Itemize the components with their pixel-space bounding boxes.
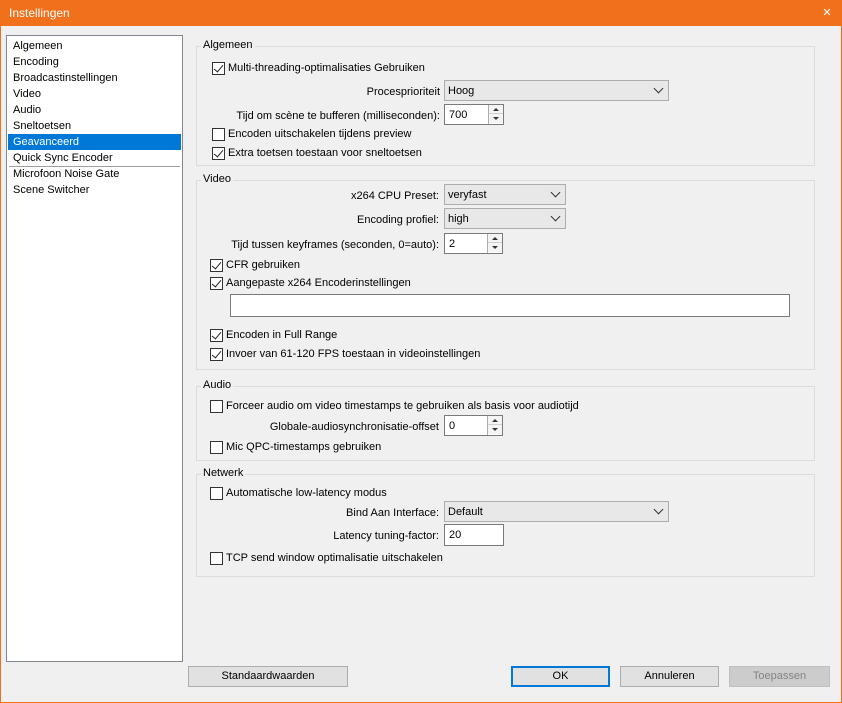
extra-keys-checkbox[interactable] — [212, 147, 225, 160]
cfr-checkbox[interactable] — [210, 259, 223, 272]
mic-qpc-checkbox[interactable] — [210, 441, 223, 454]
cancel-button[interactable]: Annuleren — [620, 666, 719, 687]
keyframes-value: 2 — [449, 238, 456, 250]
defaults-button[interactable]: Standaardwaarden — [188, 666, 348, 687]
sidebar-item-scene-switcher[interactable]: Scene Switcher — [8, 182, 181, 198]
ok-button[interactable]: OK — [511, 666, 610, 687]
sidebar-item-video[interactable]: Video — [8, 86, 181, 102]
full-range-label: Encoden in Full Range — [226, 329, 338, 341]
priority-select[interactable]: Hoog — [444, 80, 669, 101]
disable-preview-checkbox[interactable] — [212, 128, 225, 141]
close-icon[interactable]: ✕ — [812, 0, 842, 26]
tcp-window-checkbox[interactable] — [210, 552, 223, 565]
low-latency-checkbox[interactable] — [210, 487, 223, 500]
chevron-down-icon — [653, 504, 664, 515]
chevron-down-icon — [550, 187, 561, 198]
chevron-down-icon — [653, 83, 664, 94]
chevron-down-icon — [550, 211, 561, 222]
priority-label: Procesprioriteit — [366, 86, 440, 98]
check-icon — [211, 259, 222, 270]
window-title: Instellingen — [9, 6, 70, 20]
sidebar-item-geavanceerd[interactable]: Geavanceerd — [8, 134, 181, 150]
preset-label: x264 CPU Preset: — [350, 190, 439, 202]
sidebar-item-noise-gate[interactable]: Microfoon Noise Gate — [8, 166, 181, 182]
check-icon — [213, 62, 224, 73]
preset-select[interactable]: veryfast — [444, 184, 566, 205]
keyframes-label: Tijd tussen keyframes (seconden, 0=auto)… — [231, 239, 439, 251]
sidebar-item-audio[interactable]: Audio — [8, 102, 181, 118]
custom-x264-checkbox[interactable] — [210, 277, 223, 290]
check-icon — [211, 277, 222, 288]
full-range-checkbox[interactable] — [210, 329, 223, 342]
custom-x264-input[interactable] — [230, 294, 790, 317]
force-timestamps-label: Forceer audio om video timestamps te geb… — [226, 400, 579, 412]
sync-offset-spinbox[interactable]: 0 — [444, 415, 503, 436]
check-icon — [213, 147, 224, 158]
latency-factor-label: Latency tuning-factor: — [333, 530, 439, 542]
profile-label: Encoding profiel: — [357, 214, 439, 226]
spin-down-icon[interactable] — [488, 425, 502, 434]
apply-button[interactable]: Toepassen — [729, 666, 830, 687]
fps-input-label: Invoer van 61-120 FPS toestaan in videoi… — [226, 348, 481, 360]
buffer-label: Tijd om scène te bufferen (milliseconden… — [236, 110, 440, 122]
sidebar-item-algemeen[interactable]: Algemeen — [8, 38, 181, 54]
sidebar-item-quick-sync[interactable]: Quick Sync Encoder — [8, 150, 181, 166]
sidebar-item-sneltoetsen[interactable]: Sneltoetsen — [8, 118, 181, 134]
latency-factor-value: 20 — [449, 529, 462, 541]
bind-select[interactable]: Default — [444, 501, 669, 522]
spin-up-icon[interactable] — [489, 105, 503, 114]
extra-keys-label: Extra toetsen toestaan voor sneltoetsen — [228, 147, 422, 159]
disable-preview-label: Encoden uitschakelen tijdens preview — [228, 128, 412, 140]
sync-offset-spin-buttons — [487, 416, 502, 435]
general-group-title: Algemeen — [201, 39, 255, 52]
tcp-window-label: TCP send window optimalisatie uitschakel… — [226, 552, 443, 564]
multithreading-label: Multi-threading-optimalisaties Gebruiken — [228, 62, 425, 74]
spin-down-icon[interactable] — [489, 114, 503, 123]
title-bar: Instellingen ✕ — [0, 0, 842, 26]
sidebar-item-encoding[interactable]: Encoding — [8, 54, 181, 70]
sidebar-item-broadcast[interactable]: Broadcastinstellingen — [8, 70, 181, 86]
multithreading-checkbox[interactable] — [212, 62, 225, 75]
custom-x264-label: Aangepaste x264 Encoderinstellingen — [226, 277, 411, 289]
spin-up-icon[interactable] — [488, 416, 502, 425]
keyframes-spinbox[interactable]: 2 — [444, 233, 503, 254]
profile-select[interactable]: high — [444, 208, 566, 229]
force-timestamps-checkbox[interactable] — [210, 400, 223, 413]
mic-qpc-label: Mic QPC-timestamps gebruiken — [226, 441, 382, 453]
spin-up-icon[interactable] — [488, 234, 502, 243]
sync-offset-value: 0 — [449, 420, 456, 432]
network-group-title: Netwerk — [201, 467, 246, 480]
bind-label: Bind Aan Interface: — [346, 507, 439, 519]
bind-value: Default — [448, 506, 483, 518]
latency-factor-input[interactable]: 20 — [444, 524, 504, 546]
video-group-title: Video — [201, 173, 233, 186]
check-icon — [211, 329, 222, 340]
preset-value: veryfast — [448, 189, 487, 201]
spin-down-icon[interactable] — [488, 243, 502, 252]
priority-value: Hoog — [448, 85, 475, 97]
keyframes-spin-buttons — [487, 234, 502, 253]
audio-group-title: Audio — [201, 379, 234, 392]
low-latency-label: Automatische low-latency modus — [226, 487, 387, 499]
settings-sidebar: Algemeen Encoding Broadcastinstellingen … — [6, 35, 183, 662]
fps-input-checkbox[interactable] — [210, 348, 223, 361]
buffer-spinbox[interactable]: 700 — [444, 104, 504, 125]
buffer-spin-buttons — [488, 105, 503, 124]
cfr-label: CFR gebruiken — [226, 259, 300, 271]
sync-offset-label: Globale-audiosynchronisatie-offset — [269, 421, 439, 433]
check-icon — [211, 348, 222, 359]
profile-value: high — [448, 213, 469, 225]
buffer-value: 700 — [449, 109, 468, 121]
